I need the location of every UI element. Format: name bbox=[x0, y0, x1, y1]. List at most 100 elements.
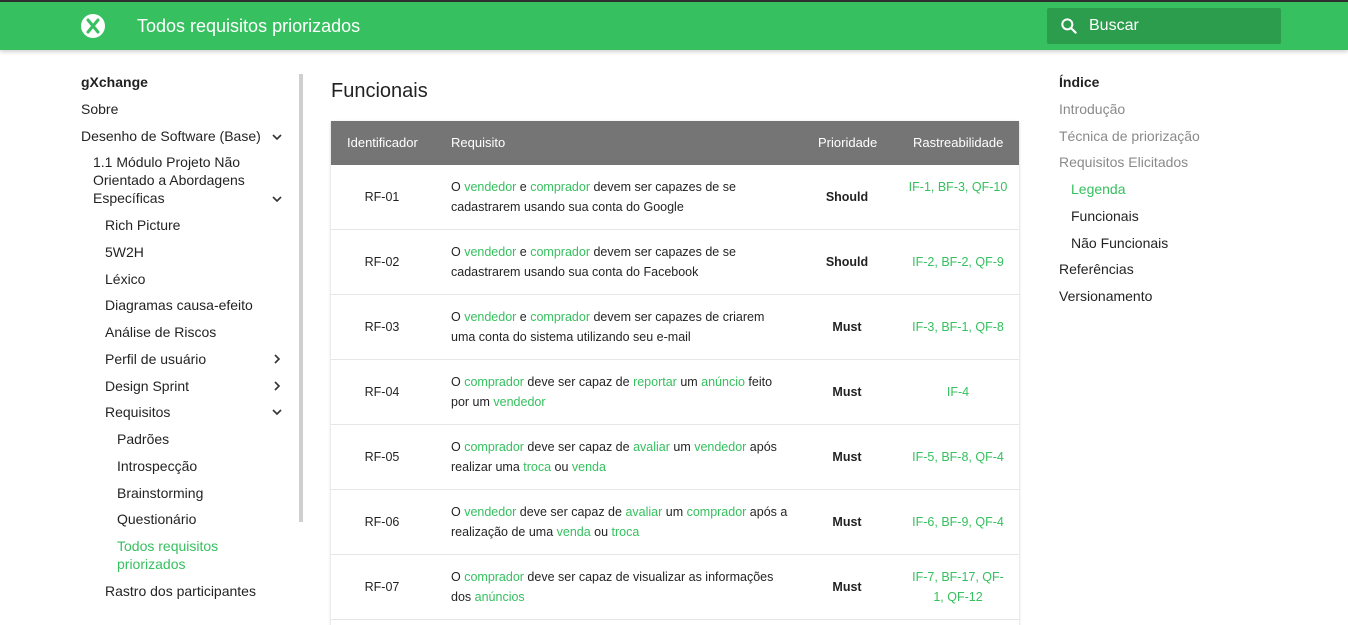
top-header-bar: Todos requisitos priorizados bbox=[0, 0, 1348, 50]
requirement-text: deve ser capaz de bbox=[523, 440, 634, 454]
cell-requisito: O comprador deve ser capaz de avaliar um… bbox=[451, 437, 791, 477]
exchange-x-icon[interactable] bbox=[81, 14, 105, 38]
glossary-link[interactable]: troca bbox=[523, 460, 551, 474]
column-header-prioridade[interactable]: Prioridade bbox=[818, 135, 877, 150]
cell-rastreabilidade[interactable]: IF-3, BF-1, QF-8 bbox=[907, 317, 1009, 337]
column-header-rastreabilidade[interactable]: Rastreabilidade bbox=[913, 135, 1003, 150]
chevron-down-icon[interactable] bbox=[271, 193, 283, 205]
toc-item-tecnica[interactable]: Técnica de priorização bbox=[1059, 127, 1200, 145]
cell-prioridade: Must bbox=[832, 385, 862, 399]
table-row: RF-07 O comprador deve ser capaz de visua… bbox=[331, 555, 1019, 620]
sidebar-item-todos-requisitos[interactable]: Todos requisitos priorizados bbox=[117, 537, 247, 573]
glossary-link[interactable]: vendedor bbox=[694, 440, 746, 454]
toc-item-elicitados[interactable]: Requisitos Elicitados bbox=[1059, 153, 1188, 171]
table-row: RF-04 O comprador deve ser capaz de repor… bbox=[331, 360, 1019, 425]
glossary-link[interactable]: anúncios bbox=[475, 590, 525, 604]
requirement-text: um bbox=[676, 375, 702, 389]
section-title: Funcionais bbox=[331, 80, 428, 102]
glossary-link[interactable]: troca bbox=[612, 525, 640, 539]
requirement-text: e bbox=[516, 245, 531, 259]
cell-identificador: RF-04 bbox=[364, 385, 400, 399]
requirement-text: e bbox=[516, 180, 531, 194]
toc-item-introducao[interactable]: Introdução bbox=[1059, 100, 1125, 118]
cell-requisito: O vendedor e comprador devem ser capazes… bbox=[451, 177, 791, 217]
chevron-right-icon[interactable] bbox=[271, 380, 283, 392]
cell-rastreabilidade[interactable]: IF-2, BF-2, QF-9 bbox=[907, 252, 1009, 272]
sidebar-site-name[interactable]: gXchange bbox=[81, 73, 148, 91]
requirement-text: um bbox=[669, 440, 695, 454]
toc-item-funcionais[interactable]: Funcionais bbox=[1071, 207, 1139, 225]
chevron-down-icon[interactable] bbox=[271, 131, 283, 143]
glossary-link[interactable]: comprador bbox=[464, 440, 524, 454]
sidebar-item-padroes[interactable]: Padrões bbox=[117, 430, 169, 448]
sidebar-item-analise[interactable]: Análise de Riscos bbox=[105, 323, 216, 341]
requirement-text: O bbox=[451, 505, 465, 519]
table-row: RF-03 O vendedor e comprador devem ser ca… bbox=[331, 295, 1019, 360]
glossary-link[interactable]: venda bbox=[572, 460, 606, 474]
cell-rastreabilidade[interactable]: IF-4 bbox=[907, 382, 1009, 402]
cell-rastreabilidade[interactable]: IF-5, BF-8, QF-4 bbox=[907, 447, 1009, 467]
toc-item-legenda[interactable]: Legenda bbox=[1071, 180, 1126, 198]
sidebar-item-modulo[interactable]: 1.1 Módulo Projeto Não Orientado a Abord… bbox=[93, 153, 263, 207]
requirement-text: deve ser capaz de bbox=[523, 375, 634, 389]
column-header-identificador[interactable]: Identificador bbox=[347, 135, 418, 150]
requirement-text: O bbox=[451, 440, 465, 454]
sidebar-item-introspeccao[interactable]: Introspecção bbox=[117, 457, 197, 475]
cell-rastreabilidade[interactable]: IF-7, BF-17, QF-1, QF-12 bbox=[907, 567, 1009, 607]
chevron-right-icon[interactable] bbox=[271, 353, 283, 365]
cell-identificador: RF-01 bbox=[364, 190, 400, 204]
cell-rastreabilidade[interactable]: IF-1, BF-3, QF-10 bbox=[907, 177, 1009, 197]
glossary-link[interactable]: comprador bbox=[530, 245, 590, 259]
glossary-link[interactable]: venda bbox=[557, 525, 591, 539]
cell-prioridade: Should bbox=[825, 190, 869, 204]
requirement-text: e bbox=[516, 310, 531, 324]
sidebar-item-5w2h[interactable]: 5W2H bbox=[105, 243, 144, 261]
glossary-link[interactable]: avaliar bbox=[625, 505, 662, 519]
search-box[interactable] bbox=[1047, 8, 1281, 44]
glossary-link[interactable]: comprador bbox=[530, 310, 590, 324]
requirement-text: O bbox=[451, 180, 465, 194]
glossary-link[interactable]: vendedor bbox=[464, 310, 516, 324]
glossary-link[interactable]: comprador bbox=[687, 505, 747, 519]
sidebar-item-design-sprint[interactable]: Design Sprint bbox=[105, 377, 189, 395]
cell-requisito: O vendedor e comprador devem ser capazes… bbox=[451, 307, 791, 347]
search-input[interactable] bbox=[1089, 8, 1275, 44]
chevron-down-icon[interactable] bbox=[271, 406, 283, 418]
cell-requisito: O comprador deve ser capaz de visualizar… bbox=[451, 567, 791, 607]
toc-item-referencias[interactable]: Referências bbox=[1059, 260, 1134, 278]
table-row: RF-02 O vendedor e comprador devem ser ca… bbox=[331, 230, 1019, 295]
sidebar-item-sobre[interactable]: Sobre bbox=[81, 100, 118, 118]
sidebar-item-lexico[interactable]: Léxico bbox=[105, 270, 145, 288]
page-title: Todos requisitos priorizados bbox=[137, 16, 361, 36]
sidebar-item-requisitos[interactable]: Requisitos bbox=[105, 403, 170, 421]
glossary-link[interactable]: comprador bbox=[464, 375, 524, 389]
glossary-link[interactable]: vendedor bbox=[493, 395, 545, 409]
sidebar-item-diagramas[interactable]: Diagramas causa-efeito bbox=[105, 296, 253, 314]
glossary-link[interactable]: anúncio bbox=[701, 375, 745, 389]
cell-rastreabilidade[interactable]: IF-6, BF-9, QF-4 bbox=[907, 512, 1009, 532]
glossary-link[interactable]: comprador bbox=[530, 180, 590, 194]
toc-item-versionamento[interactable]: Versionamento bbox=[1059, 287, 1152, 305]
sidebar-item-questionario[interactable]: Questionário bbox=[117, 510, 196, 528]
sidebar-item-brainstorming[interactable]: Brainstorming bbox=[117, 484, 203, 502]
glossary-link[interactable]: reportar bbox=[633, 375, 677, 389]
sidebar-item-perfil[interactable]: Perfil de usuário bbox=[105, 350, 206, 368]
table-header: Identificador Requisito Prioridade Rastr… bbox=[331, 121, 1019, 165]
cell-prioridade: Must bbox=[832, 515, 862, 529]
sidebar-scrollbar[interactable] bbox=[299, 74, 303, 522]
requirement-text: ou bbox=[590, 525, 612, 539]
sidebar-item-rich-picture[interactable]: Rich Picture bbox=[105, 216, 180, 234]
glossary-link[interactable]: vendedor bbox=[464, 505, 516, 519]
glossary-link[interactable]: vendedor bbox=[464, 245, 516, 259]
table-row: RF-05 O comprador deve ser capaz de avali… bbox=[331, 425, 1019, 490]
requirement-text: O bbox=[451, 570, 465, 584]
glossary-link[interactable]: avaliar bbox=[633, 440, 670, 454]
cell-prioridade: Must bbox=[832, 580, 862, 594]
glossary-link[interactable]: comprador bbox=[464, 570, 524, 584]
toc-item-nao-funcionais[interactable]: Não Funcionais bbox=[1071, 234, 1168, 252]
sidebar-item-rastro[interactable]: Rastro dos participantes bbox=[105, 582, 256, 600]
sidebar-item-desenho[interactable]: Desenho de Software (Base) bbox=[81, 127, 261, 145]
column-header-requisito[interactable]: Requisito bbox=[451, 135, 505, 150]
glossary-link[interactable]: vendedor bbox=[464, 180, 516, 194]
cell-prioridade: Must bbox=[832, 320, 862, 334]
